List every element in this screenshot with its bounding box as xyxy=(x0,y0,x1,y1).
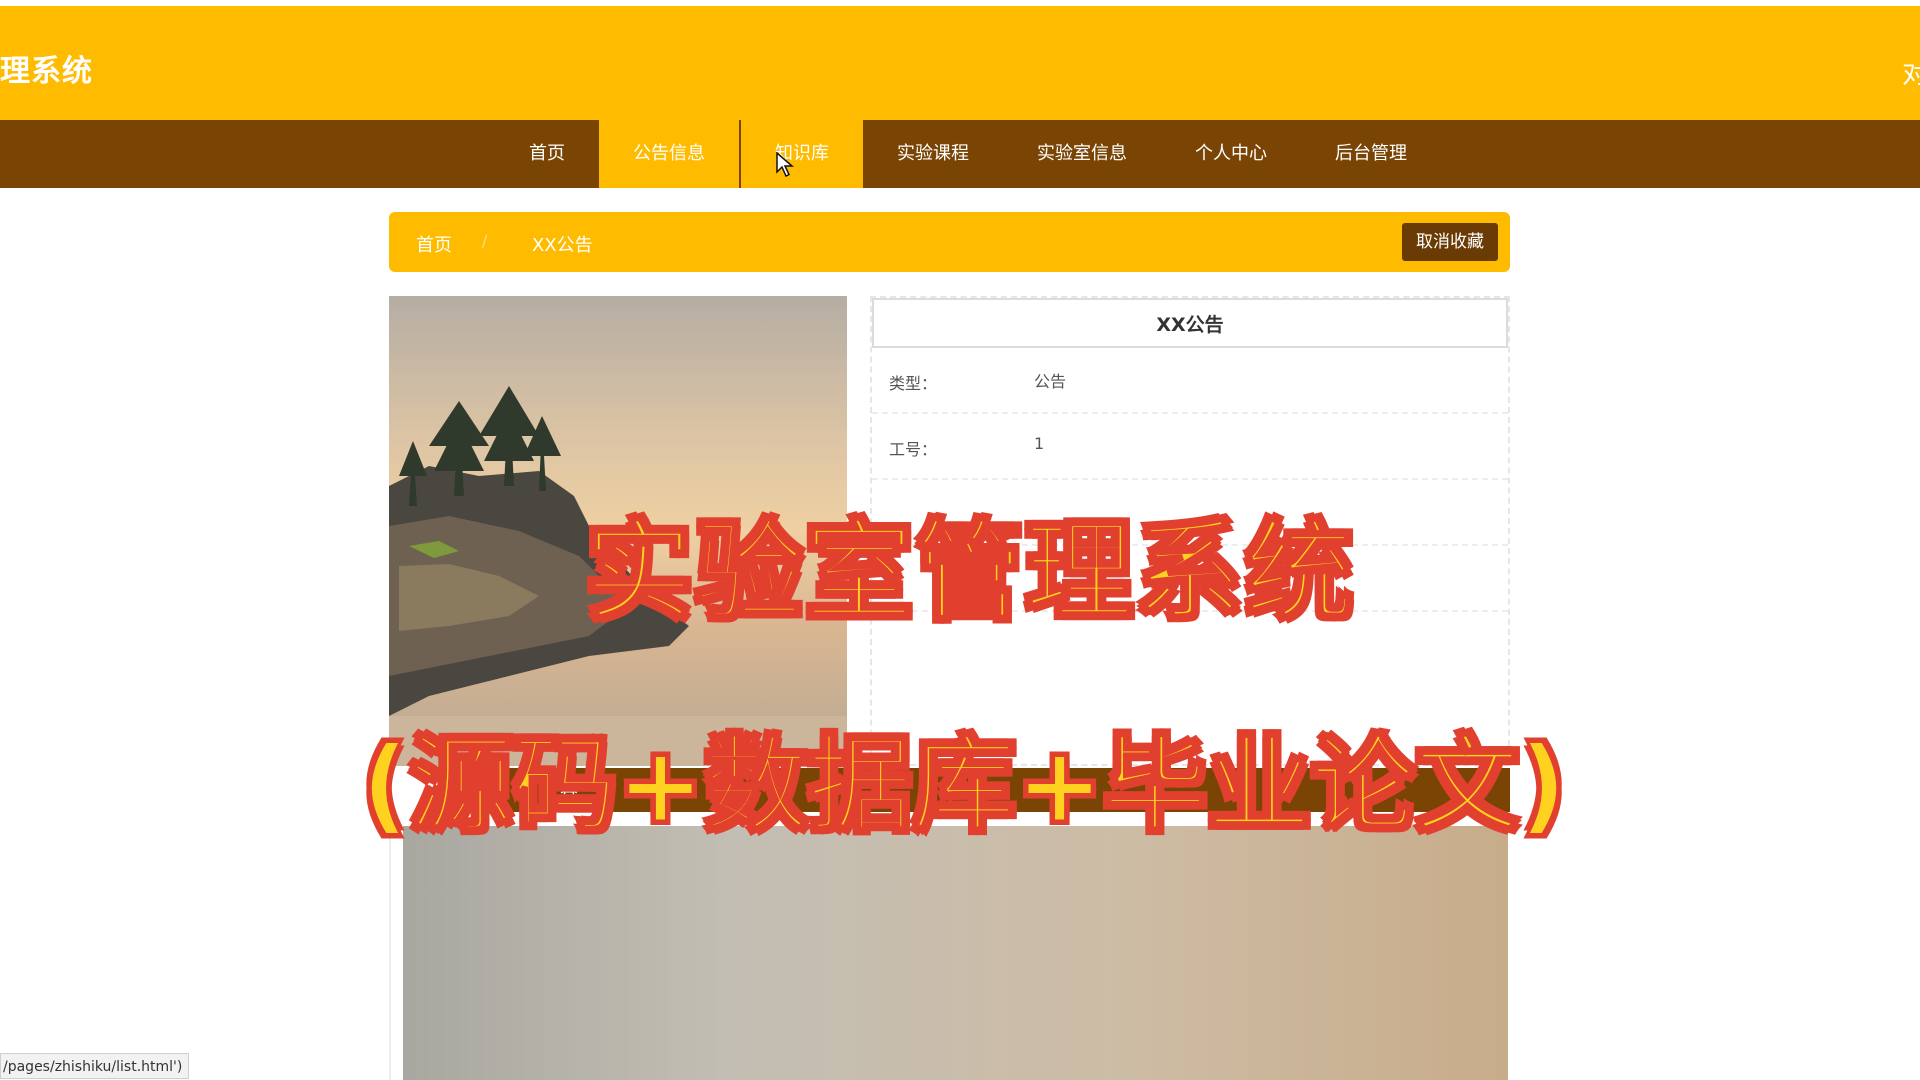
promo-subtitle: (源码+数据库+毕业论文) xyxy=(360,723,1568,848)
unfavorite-button[interactable]: 取消收藏 xyxy=(1402,223,1498,261)
detail-value: 1 xyxy=(1034,434,1045,453)
breadcrumb: 首页 / XX公告 取消收藏 xyxy=(389,212,1510,272)
nav-item-knowledge-base[interactable]: 知识库 xyxy=(741,120,863,188)
detail-row: 类型： 公告 xyxy=(872,348,1508,414)
breadcrumb-separator: / xyxy=(482,231,488,250)
nav-item-lab-info[interactable]: 实验室信息 xyxy=(1003,120,1161,188)
nav-item-courses[interactable]: 实验课程 xyxy=(863,120,1003,188)
promo-title: 实验室管理系统 xyxy=(583,509,1355,637)
main-nav: 首页 公告信息 知识库 实验课程 实验室信息 个人中心 后台管理 xyxy=(0,120,1920,188)
detail-value: 公告 xyxy=(1034,372,1067,391)
nav-item-notices[interactable]: 公告信息 xyxy=(599,120,739,188)
breadcrumb-current: XX公告 xyxy=(532,235,593,256)
site-header: 理系统 对 xyxy=(0,6,1920,120)
detail-key: 类型： xyxy=(889,374,938,393)
content-border xyxy=(389,812,391,1080)
detail-key: 工号： xyxy=(889,440,938,459)
mouse-pointer-icon xyxy=(776,152,794,178)
nav-item-admin[interactable]: 后台管理 xyxy=(1301,120,1441,188)
breadcrumb-home[interactable]: 首页 xyxy=(416,231,452,257)
status-bar-url: /pages/zhishiku/list.html') xyxy=(0,1053,190,1079)
detail-title: XX公告 xyxy=(872,298,1508,348)
detail-row: 工号： 1 xyxy=(872,414,1508,480)
nav-item-home[interactable]: 首页 xyxy=(495,120,599,188)
content-image xyxy=(403,826,1508,1080)
nav-items: 首页 公告信息 知识库 实验课程 实验室信息 个人中心 后台管理 xyxy=(495,120,1441,188)
user-greeting[interactable]: 对 xyxy=(1902,54,1920,91)
site-title: 理系统 xyxy=(0,54,93,89)
nav-item-profile[interactable]: 个人中心 xyxy=(1161,120,1301,188)
